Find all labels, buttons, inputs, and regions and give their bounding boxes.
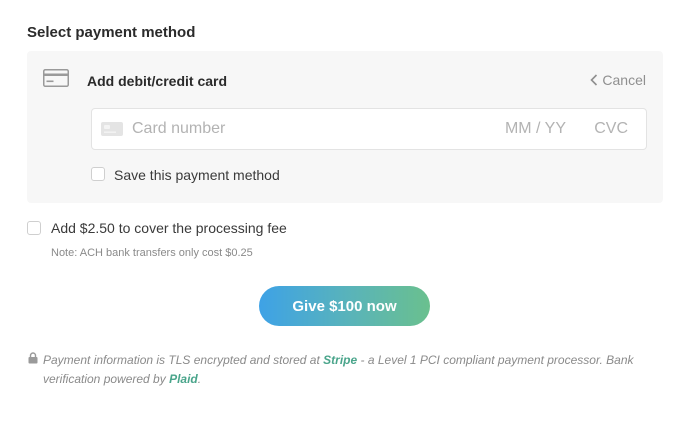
- lock-icon: [28, 352, 38, 364]
- card-panel: Add debit/credit card Cancel Card number…: [27, 51, 663, 203]
- cvc-field[interactable]: CVC: [594, 120, 628, 138]
- footer-text: Payment information is TLS encrypted and…: [43, 351, 638, 389]
- cancel-label: Cancel: [602, 72, 646, 88]
- give-button[interactable]: Give $100 now: [259, 286, 430, 326]
- processing-fee-checkbox[interactable]: [27, 221, 41, 235]
- card-brand-icon: [101, 122, 123, 136]
- security-footer: Payment information is TLS encrypted and…: [28, 351, 638, 389]
- chevron-left-icon: [590, 74, 598, 86]
- save-payment-checkbox[interactable]: [91, 167, 105, 181]
- card-details-input[interactable]: Card number MM / YY CVC: [91, 108, 647, 150]
- processing-fee-note: Note: ACH bank transfers only cost $0.25: [51, 247, 253, 259]
- payment-form: Select payment method Add debit/credit c…: [0, 0, 688, 422]
- section-title: Select payment method: [27, 24, 196, 41]
- cancel-button[interactable]: Cancel: [590, 72, 646, 88]
- processing-fee-label[interactable]: Add $2.50 to cover the processing fee: [51, 220, 287, 236]
- footer-text-part: .: [197, 372, 202, 386]
- credit-card-icon: [43, 69, 69, 87]
- plaid-link[interactable]: Plaid: [169, 372, 198, 386]
- save-payment-label[interactable]: Save this payment method: [114, 167, 280, 183]
- footer-text-part: Payment information is TLS encrypted and…: [43, 353, 324, 367]
- panel-heading: Add debit/credit card: [87, 73, 228, 89]
- card-number-field[interactable]: Card number: [132, 120, 225, 138]
- expiry-field[interactable]: MM / YY: [505, 120, 566, 138]
- stripe-link[interactable]: Stripe: [323, 353, 357, 367]
